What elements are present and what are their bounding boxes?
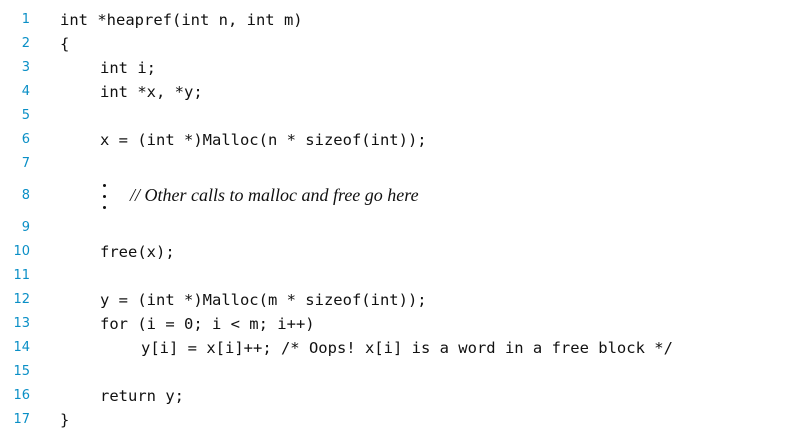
code-line-17: 17 } — [0, 408, 789, 432]
line-number: 6 — [21, 132, 30, 147]
code-line-10: 10 free(x); — [0, 240, 789, 264]
code-line-1: 1 int *heapref(int n, int m) — [0, 8, 789, 32]
code-line-4: 4 int *x, *y; — [0, 80, 789, 104]
code-text: } — [60, 411, 70, 429]
vertical-ellipsis-icon — [101, 180, 109, 212]
line-number: 16 — [13, 388, 30, 403]
code-line-12: 12 y = (int *)Malloc(m * sizeof(int)); — [0, 288, 789, 312]
line-number: 11 — [13, 268, 30, 283]
code-text: return y; — [100, 387, 184, 405]
line-number: 8 — [21, 188, 30, 203]
code-line-6: 6 x = (int *)Malloc(n * sizeof(int)); — [0, 128, 789, 152]
code-text: int *x, *y; — [100, 83, 203, 101]
code-line-16: 16 return y; — [0, 384, 789, 408]
line-number: 7 — [21, 156, 30, 171]
code-line-14: 14 y[i] = x[i]++; /* Oops! x[i] is a wor… — [0, 336, 789, 360]
code-text: { — [60, 35, 70, 53]
code-text: for (i = 0; i < m; i++) — [100, 315, 315, 333]
code-text: int *heapref(int n, int m) — [60, 11, 303, 29]
code-line-13: 13 for (i = 0; i < m; i++) — [0, 312, 789, 336]
code-listing: 1 int *heapref(int n, int m) 2 { 3 int i… — [0, 0, 789, 442]
code-line-2: 2 { — [0, 32, 789, 56]
line-number: 12 — [13, 292, 30, 307]
code-line-3: 3 int i; — [0, 56, 789, 80]
line-number: 13 — [13, 316, 30, 331]
code-text: y = (int *)Malloc(m * sizeof(int)); — [100, 291, 427, 309]
code-text: x = (int *)Malloc(n * sizeof(int)); — [100, 131, 427, 149]
code-text: free(x); — [100, 243, 175, 261]
line-number: 1 — [21, 12, 30, 27]
line-number: 17 — [13, 412, 30, 427]
line-number: 14 — [13, 340, 30, 355]
code-comment: // Other calls to malloc and free go her… — [130, 185, 419, 205]
code-line-11: 11 — [0, 264, 789, 288]
code-text: int i; — [100, 59, 156, 77]
line-number: 10 — [13, 244, 30, 259]
line-number: 15 — [13, 364, 30, 379]
line-number: 9 — [21, 220, 30, 235]
code-text: y[i] = x[i]++; /* Oops! x[i] is a word i… — [141, 339, 673, 357]
code-line-15: 15 — [0, 360, 789, 384]
line-number: 4 — [21, 84, 30, 99]
code-line-7: 7 — [0, 152, 789, 176]
line-number: 2 — [21, 36, 30, 51]
code-line-5: 5 — [0, 104, 789, 128]
line-number: 3 — [21, 60, 30, 75]
line-number: 5 — [21, 108, 30, 123]
code-line-8: 8 // Other calls to malloc and free go h… — [0, 184, 789, 209]
code-line-9: 9 — [0, 216, 789, 240]
